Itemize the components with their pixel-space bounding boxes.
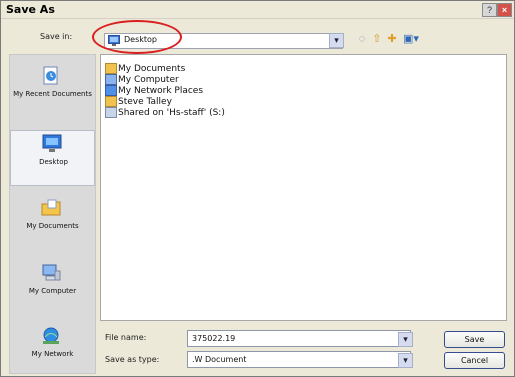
computer-icon	[105, 74, 117, 85]
network-icon	[105, 85, 117, 96]
file-name-label: File name:	[105, 333, 147, 342]
help-button[interactable]: ?	[482, 3, 497, 17]
place-my-recent-documents[interactable]: My Recent Documents	[10, 63, 95, 117]
list-item[interactable]: My Computer	[105, 74, 179, 85]
save-in-label: Save in:	[40, 32, 73, 41]
recent-documents-icon	[43, 66, 58, 85]
dialog-title: Save As	[6, 3, 55, 16]
file-list[interactable]: My Documents My Computer My Network Plac…	[100, 54, 507, 321]
place-label: Desktop	[39, 158, 68, 166]
save-as-type-select[interactable]: .W Document	[187, 351, 411, 368]
save-in-dropdown-arrow[interactable]: ▾	[329, 33, 344, 48]
list-item[interactable]: My Network Places	[105, 85, 203, 96]
place-desktop[interactable]: Desktop	[10, 130, 95, 186]
place-label: My Network	[31, 350, 74, 358]
back-icon[interactable]: ◌	[355, 32, 369, 46]
my-network-icon	[43, 327, 59, 344]
place-label: My Computer	[28, 287, 77, 295]
save-as-type-dropdown-arrow[interactable]: ▾	[398, 353, 413, 368]
desktop-highlight-circle	[92, 20, 182, 54]
place-label: My Documents	[26, 222, 79, 230]
place-my-documents[interactable]: My Documents	[10, 195, 95, 249]
network-drive-icon	[105, 107, 117, 118]
folder-icon	[105, 96, 117, 107]
place-my-network[interactable]: My Network	[10, 323, 95, 377]
list-item[interactable]: Shared on 'Hs-staff' (S:)	[105, 107, 225, 118]
my-computer-icon	[42, 264, 61, 281]
save-as-type-label: Save as type:	[105, 355, 160, 364]
cancel-button[interactable]: Cancel	[444, 352, 505, 369]
views-menu-icon[interactable]: ▣▾	[402, 32, 420, 46]
list-item[interactable]: My Documents	[105, 63, 185, 74]
new-folder-icon[interactable]: ✚	[385, 32, 399, 46]
place-my-computer[interactable]: My Computer	[10, 260, 95, 314]
close-button[interactable]: ×	[497, 3, 512, 17]
place-label: My Recent Documents	[13, 90, 92, 98]
title-bar: Save As ? ×	[1, 1, 514, 19]
desktop-icon	[42, 134, 62, 152]
folder-icon	[105, 63, 117, 74]
list-item[interactable]: Steve Talley	[105, 96, 172, 107]
places-bar: My Recent Documents Desktop My Documents	[9, 54, 96, 374]
up-folder-icon[interactable]: ⇧	[370, 32, 384, 46]
save-button[interactable]: Save	[444, 331, 505, 348]
my-documents-folder-icon	[41, 199, 61, 216]
file-name-dropdown-arrow[interactable]: ▾	[398, 332, 413, 347]
save-as-dialog: Save As ? × Save in: Desktop ▾ ◌ ⇧ ✚ ▣▾ …	[0, 0, 515, 377]
file-name-input[interactable]: 375022.19	[187, 330, 411, 347]
